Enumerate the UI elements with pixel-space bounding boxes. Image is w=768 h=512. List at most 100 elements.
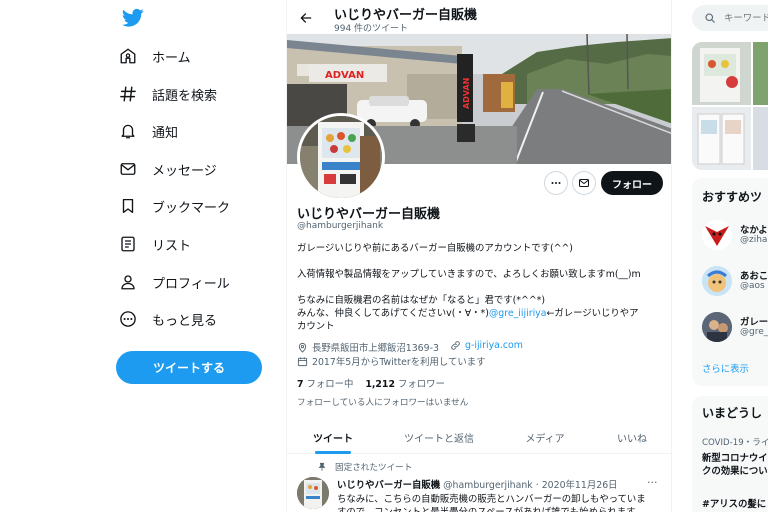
pin-icon xyxy=(317,462,327,472)
location-pin-icon xyxy=(297,342,308,353)
home-icon xyxy=(118,46,138,66)
more-horizontal-icon xyxy=(551,182,561,184)
bio-mention-link[interactable]: @gre_iijiriya xyxy=(489,308,547,319)
trend-headline[interactable]: #アリスの髪に xyxy=(702,496,766,510)
profile-tabs: ツイート ツイートと返信 メディア いいね xyxy=(287,420,671,454)
nav-notifications[interactable]: 通知 xyxy=(118,115,178,147)
trend-headline[interactable]: クの効果につい xyxy=(702,463,768,477)
tweet-author-name[interactable]: いじりやバーガー自販機 xyxy=(337,480,440,491)
tab-tweets-replies[interactable]: ツイートと返信 xyxy=(379,420,499,454)
link-icon xyxy=(450,340,461,351)
nav-messages[interactable]: メッセージ xyxy=(118,153,217,185)
profile-website[interactable]: g-ijiriya.com xyxy=(450,340,523,351)
nav-more-label: もっと見る xyxy=(152,313,218,329)
website-link[interactable]: g-ijiriya.com xyxy=(465,340,523,351)
profile-handle: @hamburgerjihank xyxy=(297,221,384,231)
nav-lists[interactable]: リスト xyxy=(118,228,191,260)
pinned-label: 固定されたツイート xyxy=(335,463,413,473)
search-box[interactable] xyxy=(692,5,768,31)
followers-link[interactable]: 1,212 フォロワー xyxy=(365,379,445,390)
bio-line: 入荷情報や製品情報をアップしていきますので、よろしくお願い致しますm(__)m xyxy=(297,269,641,280)
avatar-vending-machine xyxy=(300,116,382,198)
bell-icon xyxy=(118,121,138,141)
nav-home-label: ホーム xyxy=(152,50,191,66)
svg-text:ADVAN: ADVAN xyxy=(462,78,471,109)
trend-headline[interactable]: 新型コロナウイ xyxy=(702,450,768,464)
followers-label: フォロワー xyxy=(397,379,445,390)
bio-text: ←ガレージいじりやア xyxy=(546,308,639,319)
nav-bookmarks-label: ブックマーク xyxy=(152,200,231,216)
message-button[interactable] xyxy=(572,171,596,195)
recommend-handle: @gre_ xyxy=(740,327,768,337)
tweet-text: すので、コンセントと最半畳分のスペースがあれば誰でも始められます xyxy=(337,504,636,512)
profile-column: ADVAN ADVAN いじりやバーガー自販機 994 件のツイート フォロー … xyxy=(286,0,672,512)
follow-button[interactable]: フォロー xyxy=(601,171,663,195)
nav-messages-label: メッセージ xyxy=(152,163,217,179)
recommend-name[interactable]: あおこ xyxy=(740,268,768,282)
recommend-avatar[interactable] xyxy=(702,312,732,342)
nav-explore[interactable]: 話題を検索 xyxy=(118,78,217,110)
svg-text:ADVAN: ADVAN xyxy=(325,70,364,81)
nav-notifications-label: 通知 xyxy=(152,125,179,141)
nav-profile[interactable]: プロフィール xyxy=(118,266,230,298)
following-label: フォロー中 xyxy=(306,379,354,390)
back-arrow-icon[interactable] xyxy=(297,9,315,27)
tweet-date[interactable]: · 2020年11月26日 xyxy=(536,480,618,491)
no-mutual-followers: フォローしている人にフォロワーはいません xyxy=(297,398,469,408)
followers-count: 1,212 xyxy=(365,379,395,390)
profile-topbar: いじりやバーガー自販機 994 件のツイート xyxy=(287,0,671,34)
trends-title: いまどうし xyxy=(702,406,763,420)
bio-line: カウント xyxy=(297,321,335,332)
recommend-avatar[interactable] xyxy=(702,220,732,250)
tweet-author-handle[interactable]: @hamburgerjihank xyxy=(443,480,533,491)
tweet-avatar[interactable] xyxy=(297,477,329,509)
profile-name: いじりやバーガー自販機 xyxy=(297,207,441,222)
left-sidebar: ホーム 話題を検索 通知 メッセージ ブックマーク リスト プロフィール もっと… xyxy=(0,0,285,512)
trends-card: いまどうし COVID-19・ライ 新型コロナウイ クの効果につい #アリスの髪… xyxy=(692,396,768,512)
nav-bookmarks[interactable]: ブックマーク xyxy=(118,190,230,222)
mail-icon xyxy=(579,179,589,187)
profile-location: 長野県飯田市上郷飯沼1369-3 xyxy=(297,340,439,354)
recommend-handle: @ziha xyxy=(740,235,768,245)
bio-line: みんな、仲良くしてあげてくださいv(・∀・*)@gre_iijiriya←ガレー… xyxy=(297,305,639,319)
bookmark-icon xyxy=(118,196,138,216)
tweet-header: いじりやバーガー自販機 @hamburgerjihank · 2020年11月2… xyxy=(337,477,618,491)
right-sidebar: おすすめツ なかよ @ziha あおこ @aos ガレー @gre_ さらに表示… xyxy=(673,0,768,512)
following-link[interactable]: 7 フォロー中 xyxy=(297,379,353,390)
tab-tweets[interactable]: ツイート xyxy=(287,420,379,454)
tweet-more-icon[interactable]: ··· xyxy=(647,476,658,489)
list-icon xyxy=(118,234,138,254)
tweet-button[interactable]: ツイートする xyxy=(116,351,262,384)
nav-lists-label: リスト xyxy=(152,238,192,254)
bio-line: ガレージいじりや前にあるバーガー自販機のアカウントです(^^) xyxy=(297,243,573,254)
who-to-follow-title: おすすめツ xyxy=(702,190,763,204)
show-more-link[interactable]: さらに表示 xyxy=(702,361,749,375)
search-input[interactable] xyxy=(724,12,768,24)
hashtag-icon xyxy=(118,84,138,104)
recommend-name[interactable]: ガレー xyxy=(740,314,768,328)
media-thumbnails xyxy=(692,42,768,170)
more-options-button[interactable] xyxy=(544,171,568,195)
nav-home[interactable]: ホーム xyxy=(118,40,191,72)
nav-profile-label: プロフィール xyxy=(152,276,230,292)
profile-joined: 2017年5月からTwitterを利用しています xyxy=(297,354,485,368)
calendar-icon xyxy=(297,356,308,367)
mail-icon xyxy=(118,159,138,179)
tab-media[interactable]: メディア xyxy=(499,420,591,454)
tweet-text: ちなみに、こちらの自動販売機の販売とハンバーガーの卸しもやっていま xyxy=(337,494,646,505)
nav-more[interactable]: もっと見る xyxy=(118,303,217,335)
avatar-vending-machine xyxy=(297,477,329,509)
recommend-handle: @aos xyxy=(740,281,765,291)
recommend-name[interactable]: なかよ xyxy=(740,222,768,236)
search-icon xyxy=(704,12,716,24)
tab-likes[interactable]: いいね xyxy=(591,420,671,454)
recommend-avatar[interactable] xyxy=(702,266,732,296)
who-to-follow-card: おすすめツ なかよ @ziha あおこ @aos ガレー @gre_ さらに表示 xyxy=(692,178,768,386)
profile-avatar[interactable] xyxy=(297,113,385,201)
joined-text: 2017年5月からTwitterを利用しています xyxy=(312,357,486,368)
twitter-bird-icon[interactable] xyxy=(121,8,144,28)
pinned-indicator: 固定されたツイート xyxy=(317,461,412,473)
tweet-count: 994 件のツイート xyxy=(334,24,409,34)
nav-explore-label: 話題を検索 xyxy=(152,88,218,104)
profile-media-grid[interactable] xyxy=(692,42,768,170)
